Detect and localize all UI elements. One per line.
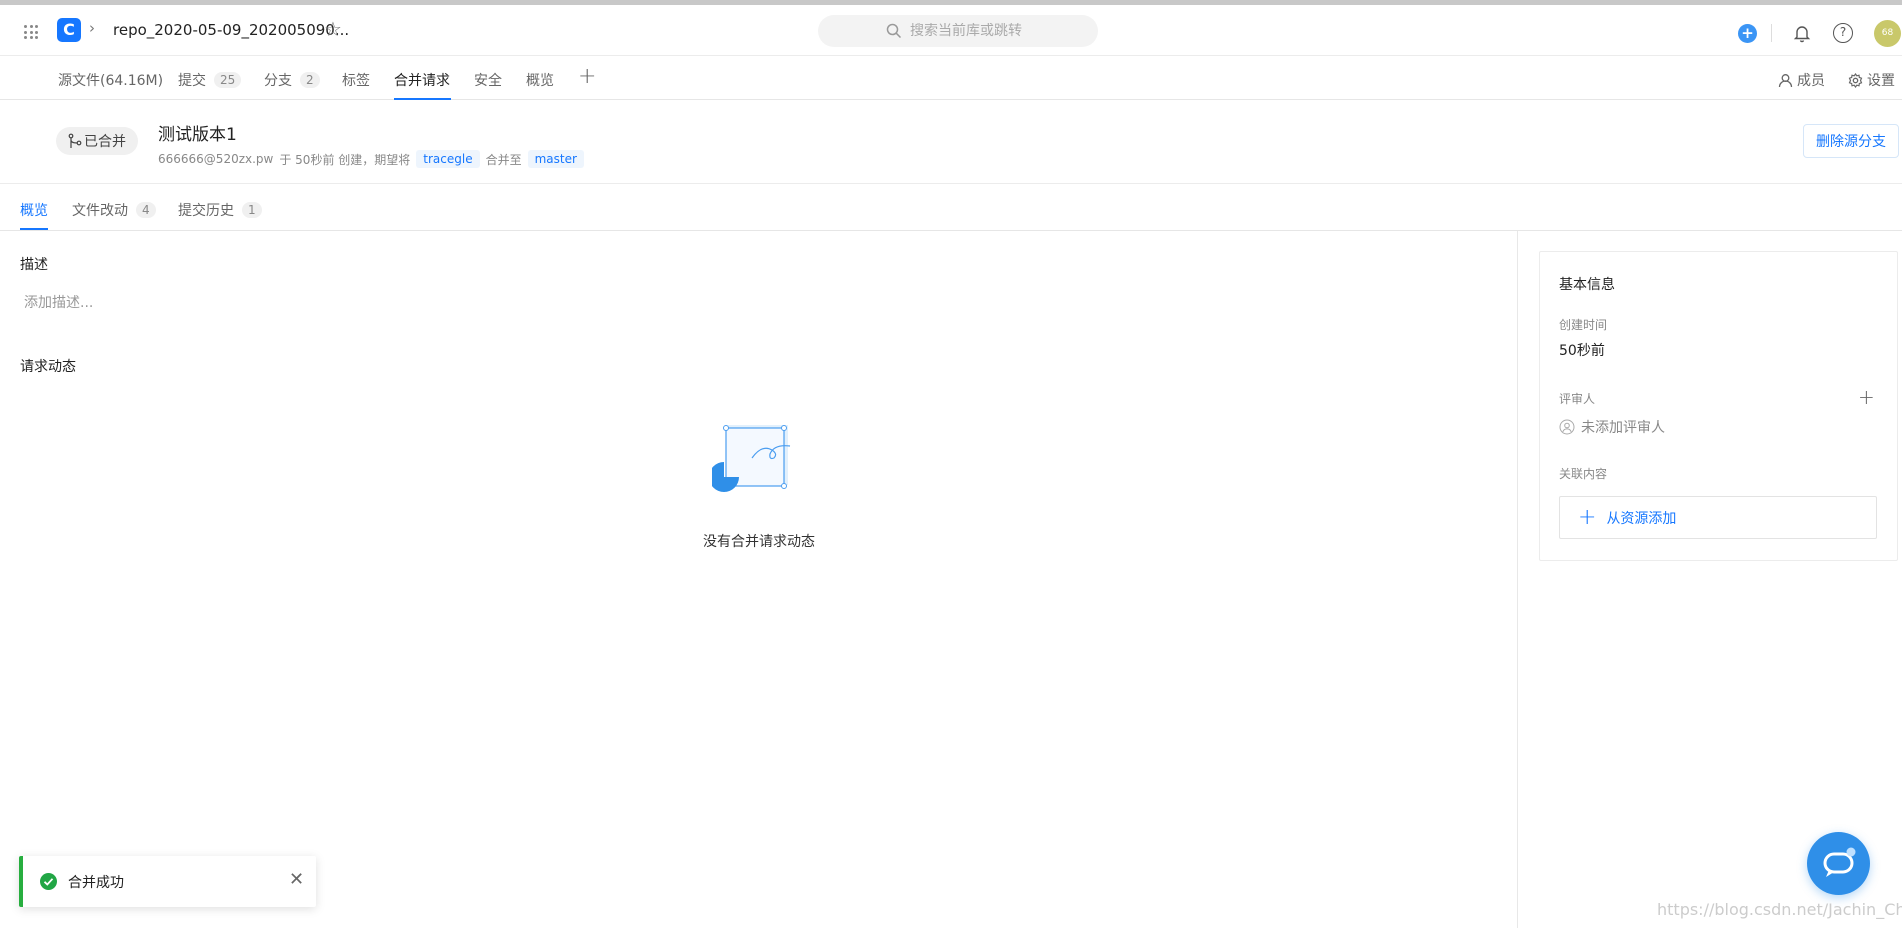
- add-resource-label: 从资源添加: [1606, 510, 1677, 527]
- status-label: 已合并: [84, 134, 126, 150]
- nav-item-merge-requests[interactable]: 合并请求: [394, 70, 450, 90]
- create-plus-icon[interactable]: +: [1738, 24, 1757, 43]
- merge-into-text: 合并至: [485, 152, 522, 167]
- status-badge: 已合并: [56, 127, 138, 155]
- count-badge: 25: [214, 72, 242, 88]
- nav-item-label: 标签: [342, 73, 370, 89]
- source-branch-tag[interactable]: tracegle: [416, 150, 480, 168]
- reviewer-empty: 未添加评审人: [1559, 417, 1665, 437]
- chat-icon: [1823, 847, 1856, 877]
- merge-icon: [68, 133, 82, 148]
- related-content-label: 关联内容: [1559, 467, 1608, 481]
- add-reviewer-plus-icon[interactable]: +: [1858, 385, 1875, 409]
- nav-item-label: 安全: [474, 73, 502, 89]
- watermark-text: https://blog.csdn.net/Jachin_Chen: [1657, 900, 1902, 919]
- nav-item-security[interactable]: 安全: [474, 70, 502, 90]
- user-circle-icon: [1559, 419, 1575, 435]
- tab-label: 文件改动: [72, 203, 128, 219]
- check-circle-icon: [40, 873, 57, 890]
- tab-label: 概览: [20, 203, 48, 219]
- gear-icon: [1848, 72, 1863, 88]
- merge-request-meta: 666666@520zx.pw 于 50秒前 创建，期望将 tracegle 合…: [158, 150, 584, 168]
- basic-info-title: 基本信息: [1559, 277, 1615, 293]
- tab-commit-history[interactable]: 提交历史 1: [178, 200, 262, 220]
- meta-text: 于 50秒前 创建，期望将: [279, 152, 411, 167]
- add-nav-plus-icon[interactable]: +: [578, 64, 596, 89]
- tab-file-changes[interactable]: 文件改动 4: [72, 200, 156, 220]
- plus-icon: +: [1578, 504, 1597, 530]
- user-icon: [1778, 73, 1793, 87]
- tab-label: 提交历史: [178, 203, 234, 219]
- add-from-resource-button[interactable]: + 从资源添加: [1559, 496, 1877, 539]
- repo-name[interactable]: repo_2020-05-09_202005090...: [113, 21, 349, 39]
- activity-title: 请求动态: [20, 359, 76, 375]
- nav-item-label: 源文件(64.16M): [58, 73, 164, 89]
- search-icon: [886, 23, 902, 39]
- nav-item-branches[interactable]: 分支 2: [264, 70, 320, 90]
- top-bar: C › repo_2020-05-09_202005090... ☆ + ? 6…: [0, 0, 1902, 56]
- chat-support-button[interactable]: [1807, 832, 1870, 895]
- delete-source-branch-button[interactable]: 删除源分支: [1803, 124, 1899, 158]
- tab-overview[interactable]: 概览: [20, 200, 48, 220]
- nav-item-label: 分支: [264, 73, 292, 89]
- empty-state-illustration: [712, 425, 791, 492]
- divider: [1771, 24, 1772, 42]
- settings-link[interactable]: 设置: [1848, 70, 1895, 90]
- author[interactable]: 666666@520zx.pw: [158, 152, 273, 166]
- app-logo-icon[interactable]: C: [57, 18, 81, 42]
- search-bar[interactable]: [818, 15, 1098, 47]
- count-badge: 2: [300, 72, 320, 88]
- avatar[interactable]: 68: [1874, 20, 1901, 47]
- description-title: 描述: [20, 257, 48, 273]
- created-time-label: 创建时间: [1559, 318, 1608, 332]
- basic-info-card: 基本信息 创建时间 50秒前 评审人 + 未添加评审人 关联内容 + 从资源添加: [1539, 251, 1898, 561]
- members-label: 成员: [1797, 73, 1825, 89]
- target-branch-tag[interactable]: master: [527, 150, 584, 168]
- count-badge: 1: [242, 202, 262, 218]
- repo-nav: 源文件(64.16M) 提交 25 分支 2 标签 合并请求 安全 概览 + 成员 …: [0, 56, 1902, 100]
- merge-request-title: 测试版本1: [158, 125, 237, 145]
- members-link[interactable]: 成员: [1778, 70, 1825, 90]
- merge-request-tabs: 概览 文件改动 4 提交历史 1: [0, 184, 1902, 231]
- nav-item-label: 合并请求: [394, 73, 450, 89]
- apps-grid-icon[interactable]: [24, 25, 38, 39]
- star-icon[interactable]: ☆: [324, 17, 342, 41]
- main-content: 描述 添加描述... 请求动态 没有合并请求动态: [0, 231, 1518, 928]
- close-icon[interactable]: ✕: [289, 869, 304, 890]
- chevron-right-icon: ›: [89, 19, 95, 37]
- nav-item-commits[interactable]: 提交 25: [178, 70, 242, 90]
- description-input[interactable]: 添加描述...: [24, 292, 93, 312]
- settings-label: 设置: [1867, 73, 1895, 89]
- nav-item-label: 概览: [526, 73, 554, 89]
- reviewer-label: 评审人: [1559, 392, 1596, 406]
- count-badge: 4: [136, 202, 156, 218]
- nav-item-overview[interactable]: 概览: [526, 70, 554, 90]
- empty-state-text: 没有合并请求动态: [703, 534, 815, 550]
- nav-item-files[interactable]: 源文件(64.16M): [58, 70, 163, 90]
- created-time-value: 50秒前: [1559, 343, 1605, 359]
- merge-request-header: 已合并 测试版本1 666666@520zx.pw 于 50秒前 创建，期望将 …: [0, 100, 1902, 184]
- search-input[interactable]: [910, 23, 1030, 39]
- nav-item-tags[interactable]: 标签: [342, 70, 370, 90]
- success-toast: 合并成功 ✕: [19, 856, 316, 907]
- nav-item-label: 提交: [178, 73, 206, 89]
- active-subtab-indicator: [20, 228, 48, 230]
- toast-message: 合并成功: [68, 875, 124, 891]
- help-icon[interactable]: ?: [1833, 23, 1853, 43]
- bell-icon[interactable]: [1791, 22, 1813, 44]
- reviewer-empty-text: 未添加评审人: [1581, 420, 1665, 436]
